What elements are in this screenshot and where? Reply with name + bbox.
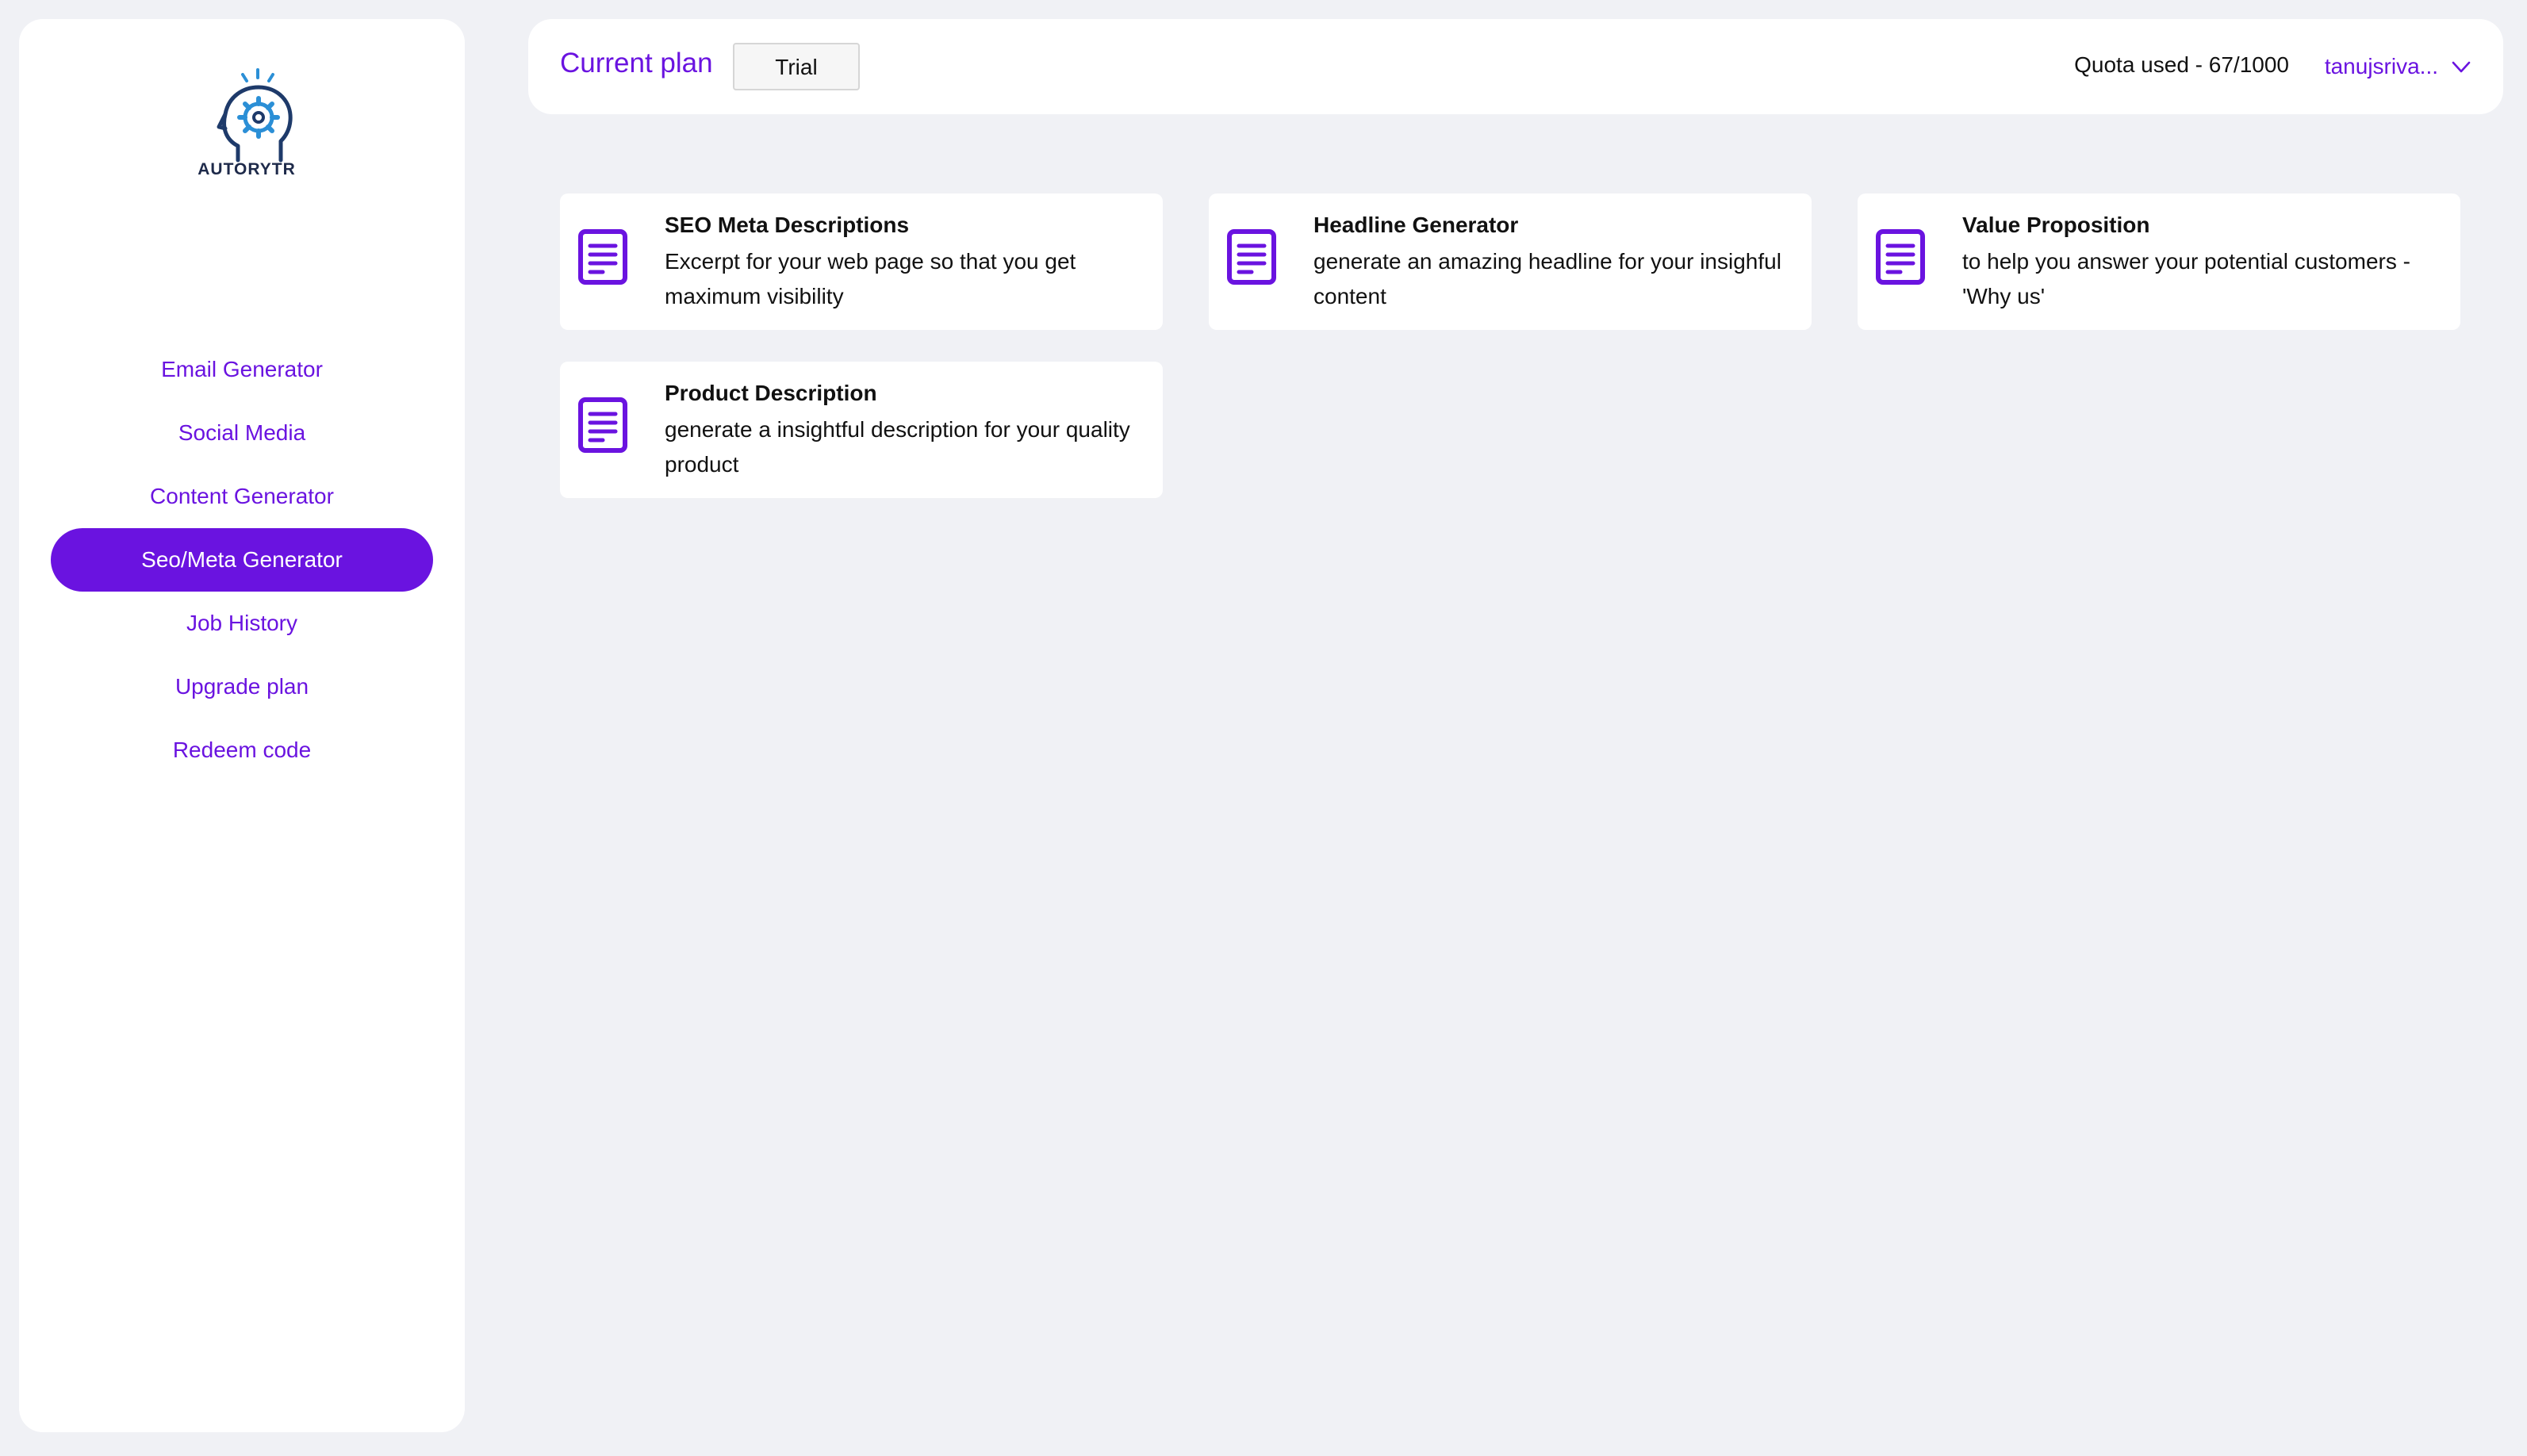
quota-status: Quota used - 67/1000: [2074, 52, 2289, 77]
document-icon: [1227, 229, 1276, 285]
card-description: generate a insightful description for yo…: [665, 417, 1130, 477]
card-seo-meta-descriptions[interactable]: SEO Meta Descriptions Excerpt for your w…: [560, 193, 1163, 330]
brand-name: AUTORYTR: [197, 160, 296, 178]
sidebar-item-content-generator[interactable]: Content Generator: [51, 465, 433, 528]
user-menu[interactable]: tanujsriva...: [2325, 51, 2471, 82]
head-gear-icon: [217, 68, 293, 163]
card-title: Headline Generator: [1313, 213, 1519, 237]
sidebar-item-social-media[interactable]: Social Media: [51, 401, 433, 465]
sidebar-item-seo-meta-generator[interactable]: Seo/Meta Generator: [51, 528, 433, 592]
card-description: to help you answer your potential custom…: [1962, 249, 2410, 308]
chevron-down-icon[interactable]: [2451, 56, 2471, 77]
card-title: Product Description: [665, 381, 877, 405]
top-bar: Current plan Trial Quota used - 67/1000 …: [528, 19, 2503, 114]
card-title: SEO Meta Descriptions: [665, 213, 910, 237]
card-title: Value Proposition: [1962, 213, 2150, 237]
sidebar-item-job-history[interactable]: Job History: [51, 592, 433, 655]
sidebar-item-redeem-code[interactable]: Redeem code: [51, 718, 433, 782]
sidebar: AUTORYTR Email Generator Social Media Co…: [19, 19, 465, 1432]
card-product-description[interactable]: Product Description generate a insightfu…: [560, 362, 1163, 498]
card-description: generate an amazing headline for your in…: [1313, 249, 1781, 308]
card-value-proposition[interactable]: Value Proposition to help you answer you…: [1858, 193, 2460, 330]
current-plan-label: Current plan: [560, 48, 713, 79]
card-headline-generator[interactable]: Headline Generator generate an amazing h…: [1209, 193, 1812, 330]
sidebar-item-upgrade-plan[interactable]: Upgrade plan: [51, 655, 433, 718]
sidebar-nav: Email Generator Social Media Content Gen…: [51, 338, 433, 782]
document-icon: [578, 229, 627, 285]
document-icon: [578, 397, 627, 453]
sidebar-item-email-generator[interactable]: Email Generator: [51, 338, 433, 401]
document-icon: [1876, 229, 1925, 285]
plan-badge: Trial: [733, 43, 860, 90]
user-name[interactable]: tanujsriva...: [2325, 54, 2438, 79]
card-description: Excerpt for your web page so that you ge…: [665, 249, 1076, 308]
logo[interactable]: AUTORYTR: [19, 51, 465, 193]
